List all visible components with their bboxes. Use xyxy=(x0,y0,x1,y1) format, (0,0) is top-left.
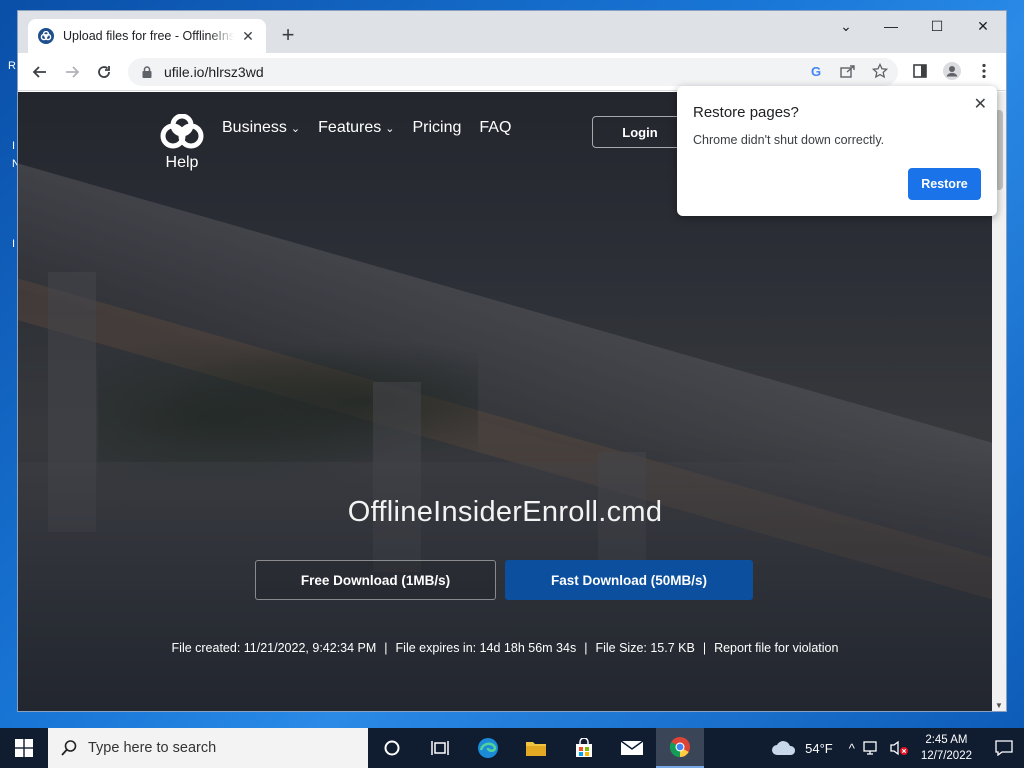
nav-business[interactable]: Business ⌄ xyxy=(222,119,300,137)
login-button[interactable]: Login xyxy=(592,116,688,148)
tab-close-icon[interactable]: ✕ xyxy=(240,28,256,44)
close-icon[interactable]: ✕ xyxy=(974,94,987,114)
reload-icon xyxy=(98,66,110,78)
desktop-icon-label[interactable]: I xyxy=(12,140,15,152)
help-link[interactable]: Help xyxy=(166,154,199,172)
site-navigation: Help Business ⌄ Features ⌄ Pricing FAQ xyxy=(158,114,529,172)
network-icon[interactable] xyxy=(863,741,881,755)
file-info: File created: 11/21/2022, 9:42:34 PM | Fil… xyxy=(168,636,842,660)
file-created: File created: 11/21/2022, 9:42:34 PM xyxy=(171,641,377,655)
store-button[interactable] xyxy=(560,728,608,768)
title-bar: Upload files for free - OfflineInsiderEn… xyxy=(18,11,1006,53)
separator: | xyxy=(702,641,707,655)
search-icon xyxy=(61,740,77,756)
clock[interactable]: 2:45 AM 12/7/2022 xyxy=(921,732,972,764)
nav-features[interactable]: Features ⌄ xyxy=(318,119,394,137)
nav-label: Business xyxy=(222,119,287,136)
side-panel-icon[interactable] xyxy=(910,61,930,81)
file-size: File Size: 15.7 KB xyxy=(595,641,695,655)
report-file-link[interactable]: Report file for violation xyxy=(714,641,838,655)
chevron-down-icon: ⌄ xyxy=(385,123,395,135)
back-button[interactable] xyxy=(28,60,52,84)
weather-temperature: 54°F xyxy=(805,740,833,756)
profile-avatar-icon[interactable] xyxy=(942,61,962,81)
mail-button[interactable] xyxy=(608,728,656,768)
folder-icon xyxy=(526,742,546,756)
task-view-icon xyxy=(431,741,449,755)
volume-muted-icon[interactable] xyxy=(889,740,909,756)
lock-icon xyxy=(142,66,152,78)
google-icon[interactable]: G xyxy=(807,61,827,81)
cortana-icon xyxy=(384,740,400,756)
edge-button[interactable] xyxy=(464,728,512,768)
chevron-up-icon[interactable]: ^ xyxy=(849,741,855,756)
close-window-button[interactable]: ✕ xyxy=(960,11,1006,41)
clock-date: 12/7/2022 xyxy=(920,750,972,762)
back-arrow-icon xyxy=(32,66,46,78)
weather-widget[interactable]: 54°F xyxy=(771,740,833,756)
share-icon[interactable] xyxy=(838,61,858,81)
cloud-icon xyxy=(772,741,796,755)
nav-faq[interactable]: FAQ xyxy=(479,119,511,137)
separator: | xyxy=(584,641,588,655)
store-icon xyxy=(576,738,592,757)
tab-search-icon[interactable]: ⌄ xyxy=(823,11,869,41)
file-expires: File expires in: 14d 18h 56m 34s xyxy=(395,641,577,655)
restore-pages-popup: Restore pages? Chrome didn't shut down c… xyxy=(677,86,997,216)
nav-links: Business ⌄ Features ⌄ Pricing FAQ xyxy=(222,119,529,137)
restore-popup-message: Chrome didn't shut down correctly. xyxy=(693,133,885,147)
browser-tab[interactable]: Upload files for free - OfflineInsiderEn… xyxy=(28,19,266,53)
desktop-icon-label[interactable]: R xyxy=(8,60,16,72)
task-view-button[interactable] xyxy=(416,728,464,768)
start-button[interactable] xyxy=(0,728,48,768)
chrome-icon xyxy=(669,737,690,758)
ufile-logo-icon xyxy=(160,114,204,149)
clock-time: 2:45 AM xyxy=(925,734,968,746)
ufile-favicon-icon xyxy=(38,28,54,44)
taskbar-search[interactable]: Type here to search xyxy=(48,728,368,768)
notifications-button[interactable] xyxy=(984,728,1024,768)
bookmark-star-icon[interactable] xyxy=(870,61,890,81)
address-bar[interactable]: ufile.io/hlrsz3wd xyxy=(128,58,898,86)
forward-arrow-icon xyxy=(66,66,80,78)
windows-logo-icon xyxy=(15,739,33,757)
fast-download-button[interactable]: Fast Download (50MB/s) xyxy=(505,560,753,600)
mail-icon xyxy=(620,740,644,755)
chevron-down-icon: ⌄ xyxy=(290,123,301,135)
minimize-button[interactable]: — xyxy=(868,11,914,41)
reload-button[interactable] xyxy=(92,60,116,84)
svg-text:G: G xyxy=(811,64,821,78)
tab-title: Upload files for free - OfflineInsiderEn… xyxy=(63,29,234,43)
file-name-heading: OfflineInsiderEnroll.cmd xyxy=(347,496,663,528)
nav-pricing[interactable]: Pricing xyxy=(413,119,462,137)
search-placeholder: Type here to search xyxy=(88,740,217,756)
free-download-button[interactable]: Free Download (1MB/s) xyxy=(255,560,496,600)
forward-button[interactable] xyxy=(60,60,84,84)
desktop-icon-label[interactable]: I xyxy=(12,238,15,250)
notification-icon xyxy=(995,740,1013,756)
taskbar: Type here to search 54°F ^ 2:45 AM 12/7/… xyxy=(0,728,1024,768)
url-text: ufile.io/hlrsz3wd xyxy=(164,64,264,80)
site-logo[interactable]: Help xyxy=(158,114,206,172)
file-explorer-button[interactable] xyxy=(512,728,560,768)
nav-label: Features xyxy=(318,119,382,136)
cortana-button[interactable] xyxy=(368,728,416,768)
restore-popup-title: Restore pages? xyxy=(693,104,799,121)
edge-icon xyxy=(478,738,498,758)
scroll-down-icon[interactable]: ▼ xyxy=(995,701,1003,710)
maximize-button[interactable]: ☐ xyxy=(914,11,960,41)
separator: | xyxy=(384,641,388,655)
chrome-button[interactable] xyxy=(656,728,704,768)
restore-button[interactable]: Restore xyxy=(908,168,981,200)
system-tray: 54°F ^ 2:45 AM 12/7/2022 xyxy=(771,728,1024,768)
menu-kebab-icon[interactable] xyxy=(974,61,994,81)
new-tab-button[interactable]: + xyxy=(276,24,300,48)
